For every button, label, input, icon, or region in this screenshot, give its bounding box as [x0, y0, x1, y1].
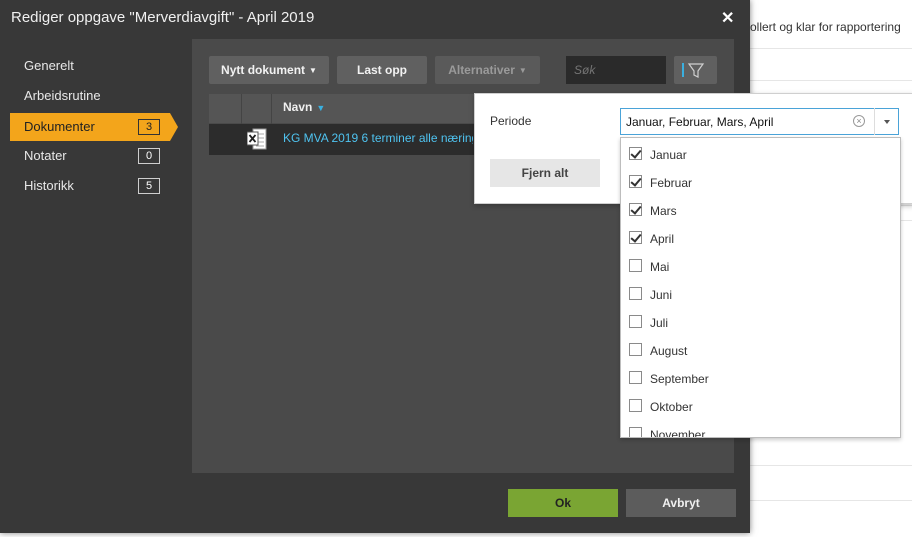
button-label: Last opp	[357, 63, 407, 77]
option-label: Februar	[650, 176, 693, 190]
sidebar-item-label: Generelt	[24, 58, 74, 73]
button-label: Alternativer	[448, 63, 515, 77]
option-label: Januar	[650, 148, 687, 162]
option-mai[interactable]: Mai	[621, 252, 900, 280]
background-status-text: ollert og klar for rapportering	[750, 20, 901, 34]
option-juni[interactable]: Juni	[621, 280, 900, 308]
option-label: Mai	[650, 260, 670, 274]
option-label: November	[650, 428, 706, 438]
caret-down-icon: ▼	[309, 65, 317, 75]
sort-desc-icon: ▼	[316, 103, 326, 113]
checkbox-checked[interactable]	[629, 203, 642, 216]
option-januar[interactable]: Januar	[621, 140, 900, 168]
clear-icon[interactable]: ×	[853, 115, 865, 127]
checkbox-checked[interactable]	[629, 175, 642, 188]
option-november[interactable]: November	[621, 420, 900, 438]
new-document-button[interactable]: Nytt dokument ▼	[209, 56, 329, 84]
cancel-button[interactable]: Avbryt	[626, 489, 736, 517]
sidebar-item-dokumenter[interactable]: Dokumenter 3	[10, 113, 178, 141]
button-label: Nytt dokument	[221, 63, 306, 77]
checkbox-checked[interactable]	[629, 147, 642, 160]
option-oktober[interactable]: Oktober	[621, 392, 900, 420]
dialog-titlebar: Rediger oppgave "Merverdiavgift" - April…	[0, 0, 750, 36]
option-label: Oktober	[650, 400, 693, 414]
filter-icon	[682, 63, 705, 78]
checkbox[interactable]	[629, 343, 642, 356]
option-september[interactable]: September	[621, 364, 900, 392]
excel-file-icon	[247, 128, 267, 150]
column-header-label: Navn	[283, 100, 313, 114]
option-label: April	[650, 232, 675, 246]
divider	[750, 500, 912, 501]
checkbox-checked[interactable]	[629, 231, 642, 244]
option-april[interactable]: April	[621, 224, 900, 252]
count-badge: 5	[138, 178, 160, 194]
divider	[750, 80, 912, 81]
caret-down-icon: ▼	[518, 65, 527, 75]
checkbox[interactable]	[629, 287, 642, 300]
option-label: Mars	[650, 204, 677, 218]
sidebar-item-generelt[interactable]: Generelt	[10, 52, 170, 80]
divider	[750, 48, 912, 49]
option-label: September	[650, 372, 709, 386]
clear-all-button[interactable]: Fjern alt	[490, 159, 600, 187]
dialog-title: Rediger oppgave "Merverdiavgift" - April…	[11, 9, 315, 26]
option-mars[interactable]: Mars	[621, 196, 900, 224]
count-badge: 0	[138, 148, 160, 164]
sidebar-item-label: Historikk	[24, 178, 74, 193]
periode-label: Periode	[490, 114, 532, 128]
option-august[interactable]: August	[621, 336, 900, 364]
column-header-name[interactable]: Navn ▼	[283, 100, 325, 114]
close-icon[interactable]: ✕	[721, 8, 734, 28]
divider	[750, 465, 912, 466]
document-link[interactable]: KG MVA 2019 6 terminer alle næringer	[283, 131, 473, 145]
option-label: August	[650, 344, 688, 358]
count-badge: 3	[138, 119, 160, 135]
sidebar-item-notater[interactable]: Notater 0	[10, 142, 170, 170]
checkbox[interactable]	[629, 371, 642, 384]
option-juli[interactable]: Juli	[621, 308, 900, 336]
checkbox[interactable]	[629, 315, 642, 328]
periode-selected-values[interactable]: Januar, Februar, Mars, April	[626, 115, 773, 129]
options-button[interactable]: Alternativer ▼	[435, 56, 540, 84]
periode-dropdown-list[interactable]: Januar Februar Mars April Mai Juni Juli …	[620, 137, 901, 438]
search-input[interactable]	[566, 56, 666, 84]
option-februar[interactable]: Februar	[621, 168, 900, 196]
dropdown-arrow-icon[interactable]	[874, 108, 900, 135]
sidebar-item-historikk[interactable]: Historikk 5	[10, 172, 170, 200]
sidebar-item-arbeidsrutine[interactable]: Arbeidsrutine	[10, 82, 170, 110]
option-label: Juni	[650, 288, 673, 302]
option-label: Juli	[650, 316, 669, 330]
checkbox[interactable]	[629, 399, 642, 412]
sidebar-item-label: Notater	[24, 148, 67, 163]
checkbox[interactable]	[629, 259, 642, 272]
sidebar-item-label: Dokumenter	[24, 119, 95, 134]
upload-button[interactable]: Last opp	[337, 56, 427, 84]
filter-button[interactable]	[674, 56, 717, 84]
ok-button[interactable]: Ok	[508, 489, 618, 517]
sidebar-item-label: Arbeidsrutine	[24, 88, 101, 103]
checkbox[interactable]	[629, 427, 642, 437]
